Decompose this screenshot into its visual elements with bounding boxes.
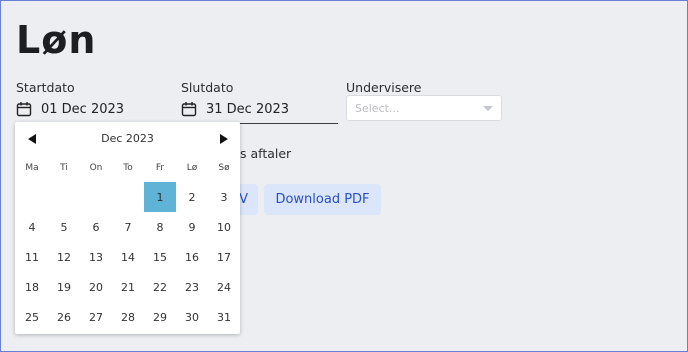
- weekday-label: Lø: [186, 163, 198, 173]
- calendar-empty-cell: [16, 182, 48, 212]
- calendar-day[interactable]: 14: [112, 242, 144, 272]
- calendar-day[interactable]: 22: [144, 272, 176, 302]
- calendar-day[interactable]: 7: [112, 212, 144, 242]
- weekday-label: Ma: [25, 163, 39, 173]
- end-date-label: Slutdato: [181, 80, 234, 95]
- partial-checkbox-label[interactable]: s aftaler: [240, 146, 291, 161]
- calendar-day[interactable]: 10: [208, 212, 240, 242]
- weekday-label: On: [89, 163, 103, 173]
- end-date-value: 31 Dec 2023: [206, 101, 290, 117]
- calendar-day[interactable]: 24: [208, 272, 240, 302]
- calendar-day[interactable]: 30: [176, 302, 208, 332]
- partial-button-label: V: [239, 192, 248, 207]
- calendar-empty-cell: [48, 182, 80, 212]
- download-pdf-button[interactable]: Download PDF: [264, 184, 381, 215]
- chevron-down-icon: [483, 105, 493, 111]
- start-date-label: Startdato: [16, 80, 75, 95]
- calendar-day[interactable]: 19: [48, 272, 80, 302]
- calendar-day-selected[interactable]: 1: [144, 182, 176, 212]
- calendar-empty-cell: [112, 182, 144, 212]
- calendar-day[interactable]: 16: [176, 242, 208, 272]
- calendar-day[interactable]: 31: [208, 302, 240, 332]
- calendar-empty-cell: [80, 182, 112, 212]
- weekday-label: Ti: [60, 163, 68, 173]
- calendar-day[interactable]: 27: [80, 302, 112, 332]
- arrow-right-icon: [220, 134, 228, 144]
- calendar-day[interactable]: 18: [16, 272, 48, 302]
- calendar-day[interactable]: 28: [112, 302, 144, 332]
- calendar-day[interactable]: 11: [16, 242, 48, 272]
- calendar-day[interactable]: 15: [144, 242, 176, 272]
- calendar-day[interactable]: 3: [208, 182, 240, 212]
- calendar-day[interactable]: 17: [208, 242, 240, 272]
- calendar-day[interactable]: 29: [144, 302, 176, 332]
- page-title: Løn: [16, 18, 97, 62]
- calendar-day[interactable]: 4: [16, 212, 48, 242]
- calendar-day[interactable]: 2: [176, 182, 208, 212]
- calendar-day[interactable]: 21: [112, 272, 144, 302]
- teachers-placeholder: Select...: [355, 101, 400, 115]
- start-date-value: 01 Dec 2023: [41, 101, 125, 117]
- calendar-day[interactable]: 5: [48, 212, 80, 242]
- calendar-day[interactable]: 26: [48, 302, 80, 332]
- teachers-select[interactable]: Select...: [346, 95, 502, 121]
- calendar-icon: [16, 102, 32, 117]
- calendar-day[interactable]: 8: [144, 212, 176, 242]
- weekday-label: Sø: [218, 163, 230, 173]
- next-month-button[interactable]: [216, 131, 232, 147]
- calendar-header: Dec 2023: [15, 122, 240, 156]
- calendar-day[interactable]: 12: [48, 242, 80, 272]
- calendar-month-label: Dec 2023: [101, 132, 154, 145]
- calendar-day[interactable]: 23: [176, 272, 208, 302]
- end-date-field[interactable]: 31 Dec 2023: [181, 95, 338, 124]
- calendar-day[interactable]: 20: [80, 272, 112, 302]
- weekday-label: Fr: [155, 163, 165, 173]
- calendar-day[interactable]: 25: [16, 302, 48, 332]
- calendar-icon: [181, 102, 197, 117]
- weekday-label: To: [123, 163, 133, 173]
- calendar-day[interactable]: 9: [176, 212, 208, 242]
- calendar-day[interactable]: 13: [80, 242, 112, 272]
- start-date-field[interactable]: 01 Dec 2023: [16, 95, 173, 124]
- calendar-day[interactable]: 6: [80, 212, 112, 242]
- teachers-label: Undervisere: [346, 80, 422, 95]
- date-picker-popup: Dec 2023 Ma Ti On To Fr Lø Sø 1 2 3 4 5 6 7 8 9 10 11 12 1…: [15, 122, 240, 334]
- weekday-header-row: Ma Ti On To Fr Lø Sø: [16, 160, 240, 176]
- calendar-day-grid: 1 2 3 4 5 6 7 8 9 10 11 12 13 14 15 16 17 18 19 20 21 22 23 24 2…: [16, 182, 240, 332]
